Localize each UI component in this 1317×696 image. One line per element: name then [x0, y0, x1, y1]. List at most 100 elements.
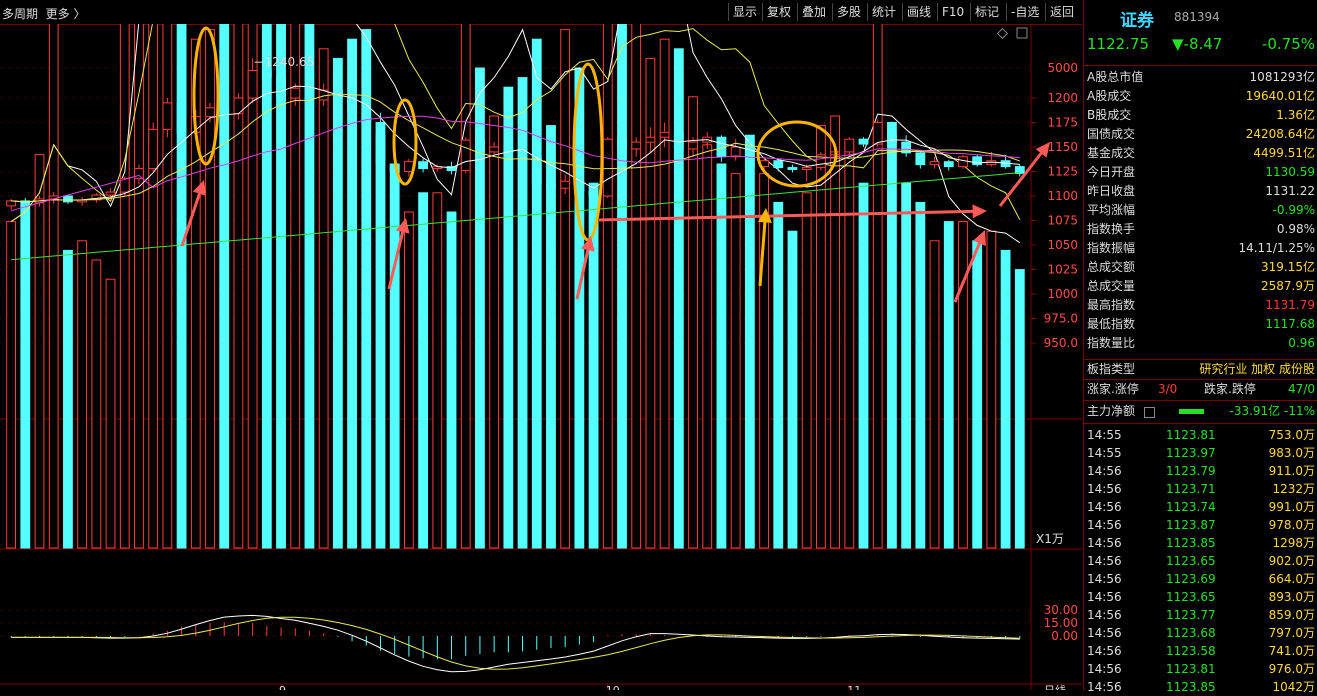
volume-bar	[91, 259, 102, 549]
volume-bar	[6, 221, 17, 549]
volume-bar	[929, 240, 940, 549]
candle-body	[148, 128, 159, 170]
candlestick-series: 1240.65	[6, 55, 1025, 210]
tick-volume: 902.0万	[1268, 554, 1315, 568]
candle-body	[688, 141, 698, 150]
price-tick-label: 1075	[1047, 214, 1078, 228]
tick-time: 14:56	[1087, 536, 1122, 550]
volume-bar	[403, 211, 414, 549]
board-type-row: 板指类型 研究行业 加权 成份股	[1084, 360, 1317, 379]
toolbar-button-watchlist[interactable]: -自选	[1006, 3, 1043, 21]
price-change-pct: -0.75%	[1261, 35, 1315, 53]
toolbar-button-multi-stock[interactable]: 多股	[832, 3, 865, 21]
volume-bar	[389, 163, 400, 549]
net-flow-label: 主力净额	[1087, 404, 1136, 418]
volume-bar	[844, 144, 855, 549]
stat-label: 昨日收盘	[1087, 184, 1136, 198]
candle-body	[219, 107, 230, 115]
macd-tick-label: 30.00	[1044, 603, 1078, 617]
tick-price: 1123.97	[1166, 446, 1216, 460]
tick-row: 14:56 1123.79 911.0万	[1084, 462, 1317, 480]
tick-time: 14:56	[1087, 644, 1122, 658]
stat-row: 指数量比 0.96	[1084, 334, 1317, 353]
stat-label: A股总市值	[1087, 70, 1144, 84]
stat-value: 1117.68	[1265, 317, 1315, 331]
tick-time: 14:55	[1087, 446, 1122, 460]
tick-row: 14:56 1123.71 1232万	[1084, 480, 1317, 498]
volume-bar	[673, 48, 684, 549]
volume-bar	[773, 201, 784, 549]
stat-value: 0.96	[1288, 336, 1315, 350]
stat-row: 今日开盘 1130.59	[1084, 163, 1317, 182]
volume-bar	[375, 134, 386, 549]
toolbar-button-adjust[interactable]: 复权	[762, 3, 795, 21]
tick-volume: 741.0万	[1268, 644, 1315, 658]
tick-volume: 911.0万	[1268, 464, 1315, 478]
tick-row: 14:56 1123.85 1298万	[1084, 534, 1317, 552]
volume-bar	[63, 249, 73, 549]
price-tick-label: 1100	[1047, 189, 1078, 203]
toolbar-button-draw[interactable]: 画线	[902, 3, 935, 21]
tick-time: 14:56	[1087, 464, 1122, 478]
volume-bar	[261, 24, 272, 549]
volume-bar	[858, 182, 869, 549]
more-label[interactable]: 更多 〉	[46, 7, 86, 21]
stat-label: 最高指数	[1087, 298, 1136, 312]
stat-row: 基金成交 4499.51亿	[1084, 144, 1317, 163]
candle-body	[915, 152, 926, 166]
candle-body	[730, 146, 741, 158]
diamond-icon	[996, 27, 1009, 40]
kline-chart[interactable]: 1240.65 1200 1175 1150 1125 1100 1075 1050 1025…	[0, 24, 1082, 690]
stat-value: 1130.59	[1265, 165, 1315, 179]
candle-body	[290, 87, 301, 99]
macd-tick-label: 15.00	[1044, 616, 1078, 630]
candle-body	[105, 191, 116, 196]
stat-value: 14.11/1.25%	[1238, 241, 1315, 255]
toolbar-button-f10[interactable]: F10	[937, 3, 968, 21]
stat-row: 昨日收盘 1131.22	[1084, 182, 1317, 201]
tick-price: 1123.85	[1166, 536, 1216, 550]
tick-price: 1123.81	[1166, 428, 1216, 442]
period-label: 多周期	[2, 7, 39, 21]
tick-volume: 1232万	[1272, 482, 1315, 496]
volume-bar	[148, 24, 159, 549]
stat-value: 1131.79	[1265, 298, 1315, 312]
tick-time: 14:55	[1087, 428, 1122, 442]
toolbar-button-display[interactable]: 显示	[728, 3, 761, 21]
volume-bar	[1000, 249, 1011, 549]
macd-panel	[10, 614, 1021, 673]
volume-bar	[958, 221, 968, 549]
tick-volume: 797.0万	[1268, 626, 1315, 640]
period-selector[interactable]: 多周期 更多 〉	[2, 5, 85, 22]
limit-down-label: 跌家.跌停	[1204, 382, 1256, 396]
ma60-line	[11, 172, 1020, 261]
volume-bar	[418, 192, 429, 549]
index-name: 证券	[1120, 11, 1154, 31]
volume-bar	[659, 38, 670, 549]
candle-body	[460, 139, 471, 172]
toolbar-button-stats[interactable]: 统计	[867, 3, 900, 21]
tick-price: 1123.79	[1166, 464, 1216, 478]
price-tick-label: 1000	[1047, 287, 1078, 301]
tick-price: 1123.69	[1166, 572, 1216, 586]
limit-up-label: 涨家.涨停	[1087, 382, 1139, 396]
candle-body	[6, 200, 17, 207]
volume-bar	[489, 115, 500, 549]
tick-price: 1123.87	[1166, 518, 1216, 532]
net-flow-value: -33.91亿 -11%	[1229, 404, 1315, 418]
volume-bar	[460, 24, 471, 549]
stat-value: 24208.64亿	[1245, 127, 1315, 141]
volume-bar	[432, 192, 443, 549]
candle-body	[205, 107, 215, 118]
net-flow-bar	[1179, 409, 1204, 414]
stat-row: A股成交 19640.01亿	[1084, 87, 1317, 106]
volume-bar	[887, 134, 897, 549]
toolbar-button-mark[interactable]: 标记	[970, 3, 1003, 21]
toolbar-button-back[interactable]: 返回	[1045, 3, 1078, 21]
toolbar-button-overlay[interactable]: 叠加	[797, 3, 830, 21]
candle-body	[134, 168, 144, 179]
annotation-arrow	[998, 148, 1046, 207]
volume-bar	[446, 211, 457, 549]
table-icon[interactable]	[1144, 407, 1155, 418]
stat-label: 基金成交	[1087, 146, 1136, 160]
